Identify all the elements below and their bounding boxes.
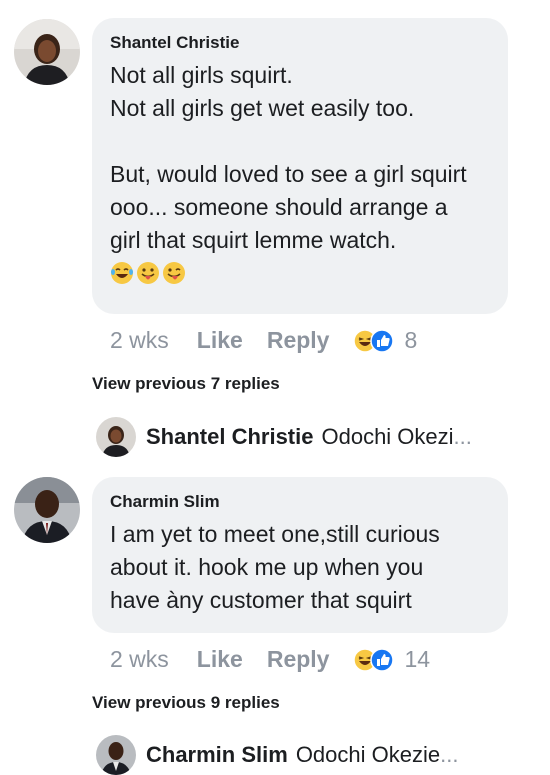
like-button[interactable]: Like: [197, 327, 243, 354]
laughing-tears-emoji-icon: [111, 262, 133, 284]
reactions-summary[interactable]: [353, 328, 395, 353]
comment-line: ooo... someone should arrange a: [110, 194, 448, 220]
reactions-summary[interactable]: [353, 647, 395, 672]
reply-snippet: Odochi Okezi...: [321, 424, 472, 449]
reply-preview[interactable]: Charmin Slim Odochi Okezie...: [96, 735, 458, 775]
comment-timestamp[interactable]: 2 wks: [110, 646, 169, 673]
comment-bubble[interactable]: Shantel Christie Not all girls squirt. N…: [92, 18, 508, 314]
comment-line: Not all girls get wet easily too.: [110, 95, 415, 121]
reply-button[interactable]: Reply: [267, 646, 330, 673]
reaction-count[interactable]: 14: [404, 646, 430, 673]
view-previous-replies-link[interactable]: View previous 7 replies: [92, 374, 280, 394]
comment-timestamp[interactable]: 2 wks: [110, 327, 169, 354]
comment-line: girl that squirt lemme watch.: [110, 227, 397, 253]
reply-snippet: Odochi Okezie...: [295, 742, 459, 767]
comment-actions: 2 wks Like Reply 8: [110, 327, 417, 354]
comment-line: have àny customer that squirt: [110, 587, 412, 613]
avatar-shantel-small: [96, 417, 136, 457]
comment-author[interactable]: Shantel Christie: [110, 32, 490, 54]
comment-text: Not all girls squirt. Not all girls get …: [110, 59, 490, 257]
comment-bubble[interactable]: Charmin Slim I am yet to meet one,still …: [92, 477, 508, 633]
comment-line: about it. hook me up when you: [110, 554, 424, 580]
winking-tongue-emoji-icon: [163, 262, 185, 284]
reaction-count[interactable]: 8: [404, 327, 417, 354]
tongue-out-emoji-icon: [137, 262, 159, 284]
like-reaction-icon: [370, 647, 395, 672]
comment-line: But, would loved to see a girl squirt: [110, 161, 467, 187]
reply-author[interactable]: Charmin Slim: [146, 742, 288, 768]
reply-preview[interactable]: Shantel Christie Odochi Okezi...: [96, 417, 472, 457]
avatar-charmin[interactable]: [14, 477, 80, 543]
reply-button[interactable]: Reply: [267, 327, 330, 354]
reply-author[interactable]: Shantel Christie: [146, 424, 313, 450]
emoji-row: [110, 261, 490, 285]
comment-text: I am yet to meet one,still curious about…: [110, 518, 490, 617]
avatar-shantel[interactable]: [14, 19, 80, 85]
like-reaction-icon: [370, 328, 395, 353]
like-button[interactable]: Like: [197, 646, 243, 673]
comment-line: I am yet to meet one,still curious: [110, 521, 440, 547]
comment-author[interactable]: Charmin Slim: [110, 491, 490, 513]
comment-actions: 2 wks Like Reply 14: [110, 646, 430, 673]
view-previous-replies-link[interactable]: View previous 9 replies: [92, 693, 280, 713]
avatar-charmin-small: [96, 735, 136, 775]
comment-line: Not all girls squirt.: [110, 62, 293, 88]
